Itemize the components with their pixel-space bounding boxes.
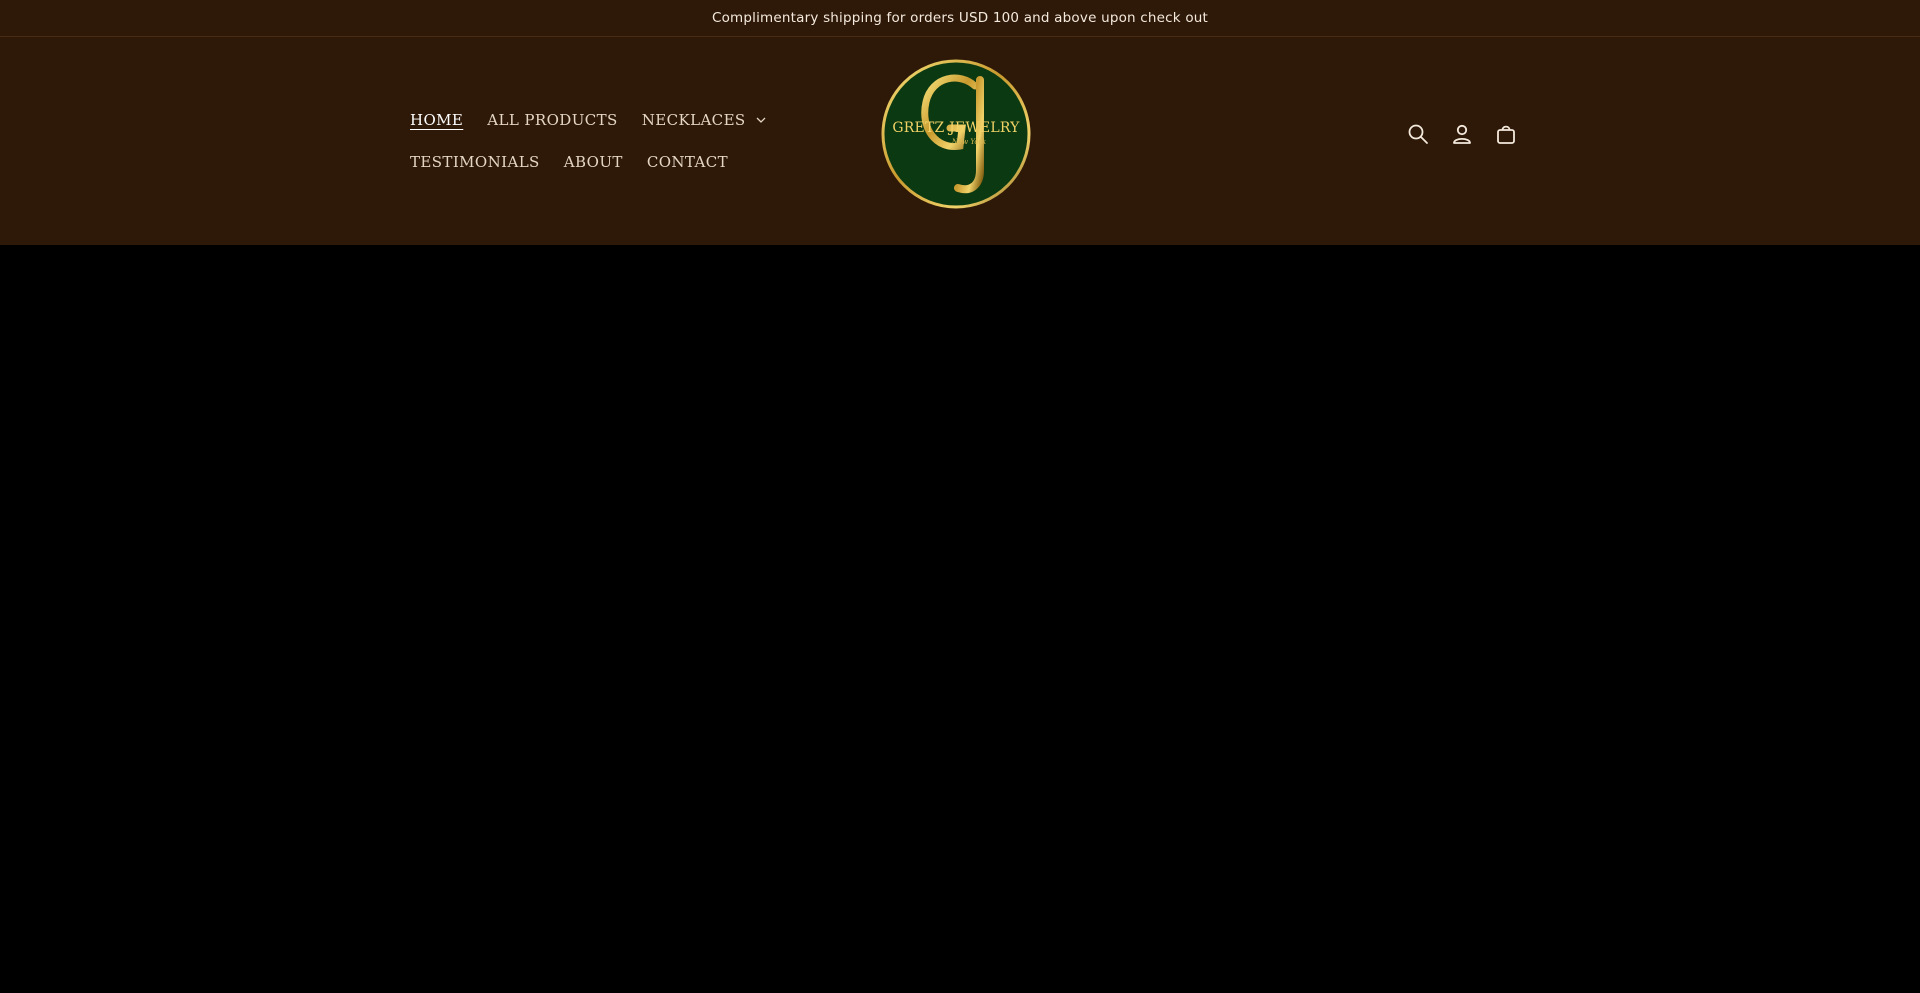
nav-row: HOME ALL PRODUCTS NECKLACES [410,99,810,141]
nav-item-about[interactable]: ABOUT [564,153,623,171]
cart-button[interactable] [1491,119,1521,149]
announcement-bar: Complimentary shipping for orders USD 10… [0,0,1920,37]
nav-item-necklaces[interactable]: NECKLACES [642,111,768,129]
main-nav: HOME ALL PRODUCTS NECKLACES TESTIMONIALS… [410,99,810,183]
nav-item-home[interactable]: HOME [410,111,463,129]
hero-section [0,245,1920,993]
brand-logo[interactable]: GRETZ JEWELRY New York [880,58,1032,210]
announcement-text: Complimentary shipping for orders USD 10… [711,10,1209,26]
nav-item-testimonials[interactable]: TESTIMONIALS [410,153,540,171]
search-button[interactable] [1403,119,1433,149]
nav-item-all-products[interactable]: ALL PRODUCTS [487,111,617,129]
logo-brand-text: GRETZ JEWELRY [892,120,1020,136]
logo-sub-text: New York [951,138,987,146]
site-header: HOME ALL PRODUCTS NECKLACES TESTIMONIALS… [0,37,1920,245]
account-icon [1453,124,1471,144]
nav-row: TESTIMONIALS ABOUT CONTACT [410,141,810,183]
nav-item-necklaces-label: NECKLACES [641,111,746,129]
cart-icon [1497,125,1515,144]
search-icon [1408,124,1428,144]
account-button[interactable] [1447,119,1477,149]
chevron-down-icon [756,117,766,123]
header-icons [1396,119,1528,149]
nav-item-contact[interactable]: CONTACT [647,153,728,171]
